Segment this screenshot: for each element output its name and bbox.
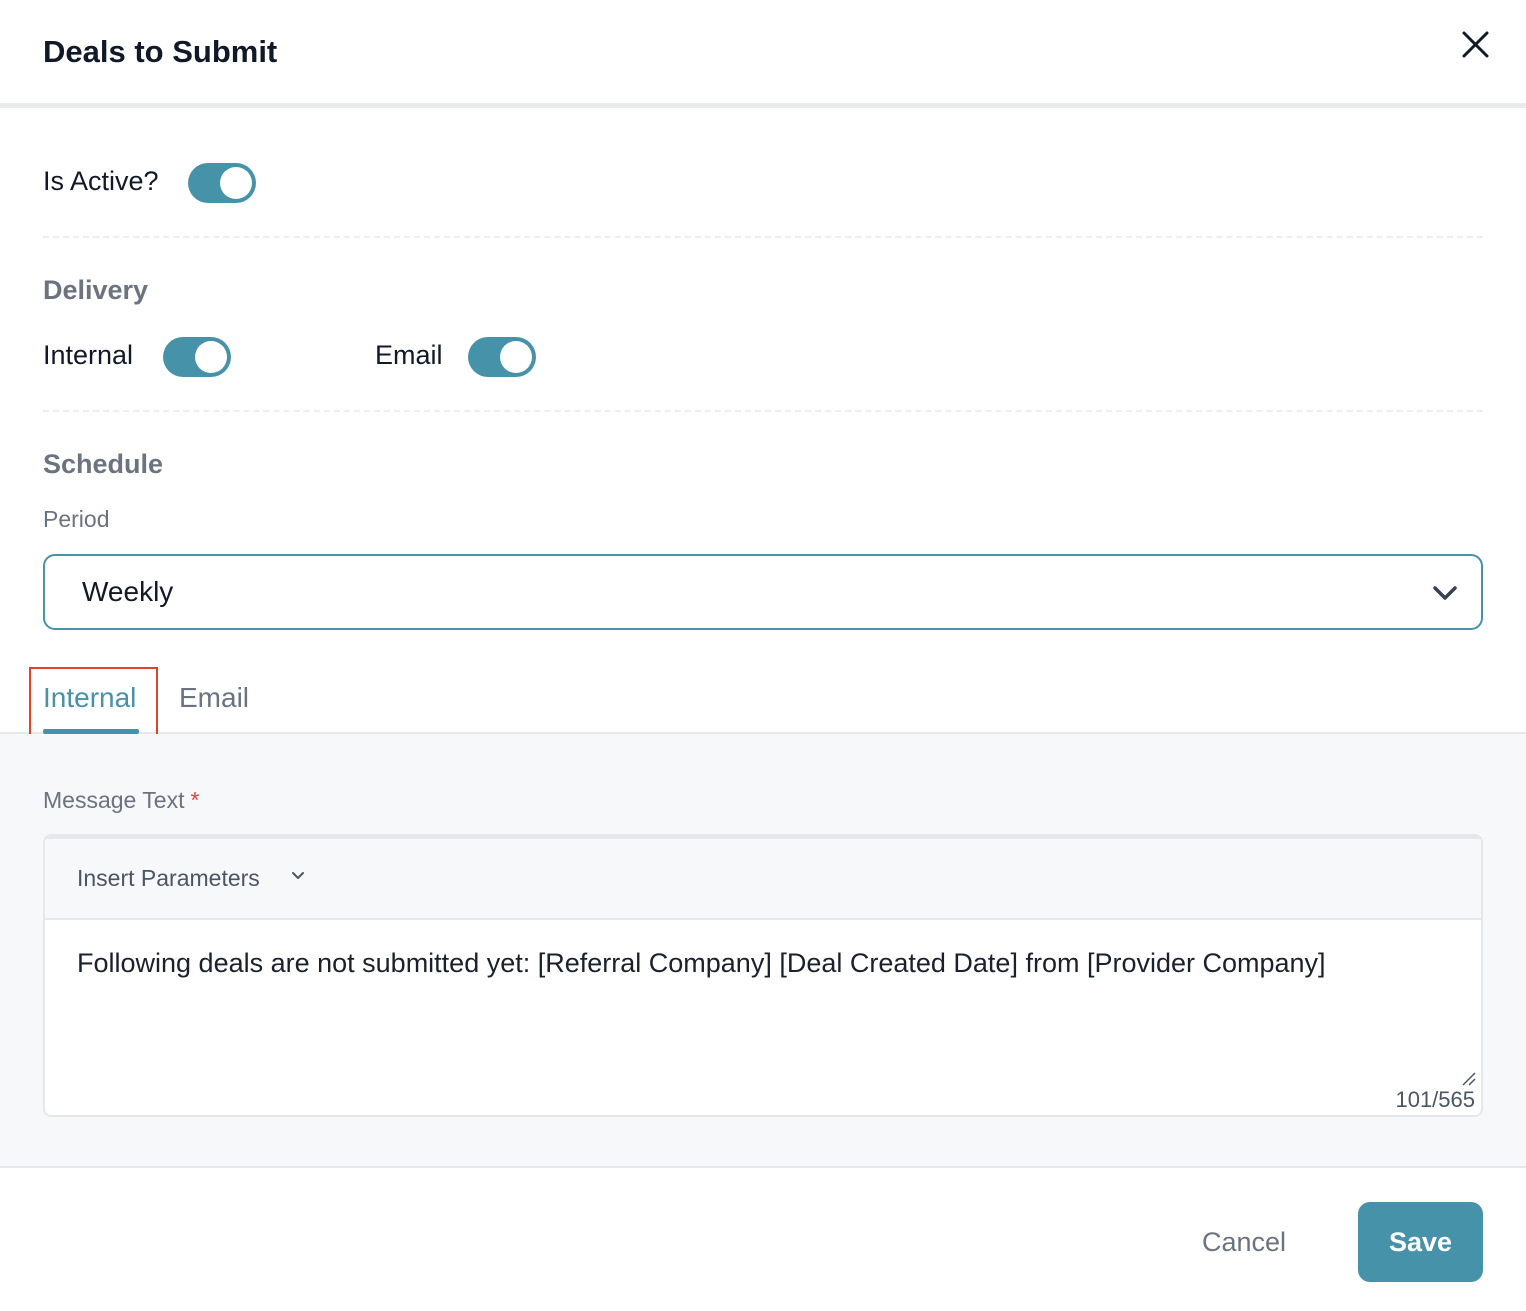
delivery-internal-label: Internal (43, 340, 134, 370)
tab-highlight-box (29, 667, 158, 741)
message-tabs: Internal Email (0, 660, 1526, 734)
period-label: Period (43, 506, 110, 532)
close-icon (1462, 31, 1489, 58)
toggle-knob (220, 167, 252, 199)
period-select[interactable]: Weekly (43, 554, 1483, 630)
message-textarea[interactable]: Following deals are not submitted yet: [… (77, 948, 1326, 979)
save-button[interactable]: Save (1358, 1202, 1483, 1282)
delivery-email-label: Email (375, 340, 443, 370)
character-counter: 101/565 (1395, 1087, 1475, 1112)
dialog-title: Deals to Submit (43, 34, 278, 69)
toggle-knob (500, 341, 532, 373)
toggle-knob (195, 341, 227, 373)
dialog-header: Deals to Submit (0, 0, 1526, 108)
deals-to-submit-dialog: Deals to Submit Is Active? Delivery Inte… (0, 0, 1526, 1311)
delivery-internal-toggle[interactable] (163, 337, 231, 377)
required-marker: * (190, 787, 200, 813)
chevron-down-icon (1433, 586, 1457, 600)
message-text-label: Message Text * (43, 787, 199, 814)
delivery-section-title: Delivery (43, 275, 149, 305)
insert-parameters-dropdown[interactable]: Insert Parameters (77, 865, 260, 892)
cancel-button[interactable]: Cancel (1186, 1204, 1302, 1280)
resize-handle-icon[interactable] (1461, 1071, 1477, 1087)
schedule-section-title: Schedule (43, 449, 164, 479)
delivery-email-toggle[interactable] (468, 337, 536, 377)
message-panel: Message Text * Insert Parameters Followin… (0, 734, 1526, 1168)
tab-email[interactable]: Email (179, 682, 249, 714)
is-active-toggle[interactable] (188, 163, 256, 203)
editor-toolbar: Insert Parameters (45, 836, 1481, 920)
message-editor[interactable]: Insert Parameters Following deals are no… (43, 834, 1483, 1117)
close-button[interactable] (1456, 26, 1494, 64)
divider (43, 410, 1483, 412)
chevron-down-icon[interactable] (291, 871, 305, 881)
period-select-value: Weekly (82, 576, 174, 607)
message-text-label-text: Message Text (43, 787, 185, 813)
divider (43, 236, 1483, 238)
is-active-label: Is Active? (43, 166, 159, 196)
